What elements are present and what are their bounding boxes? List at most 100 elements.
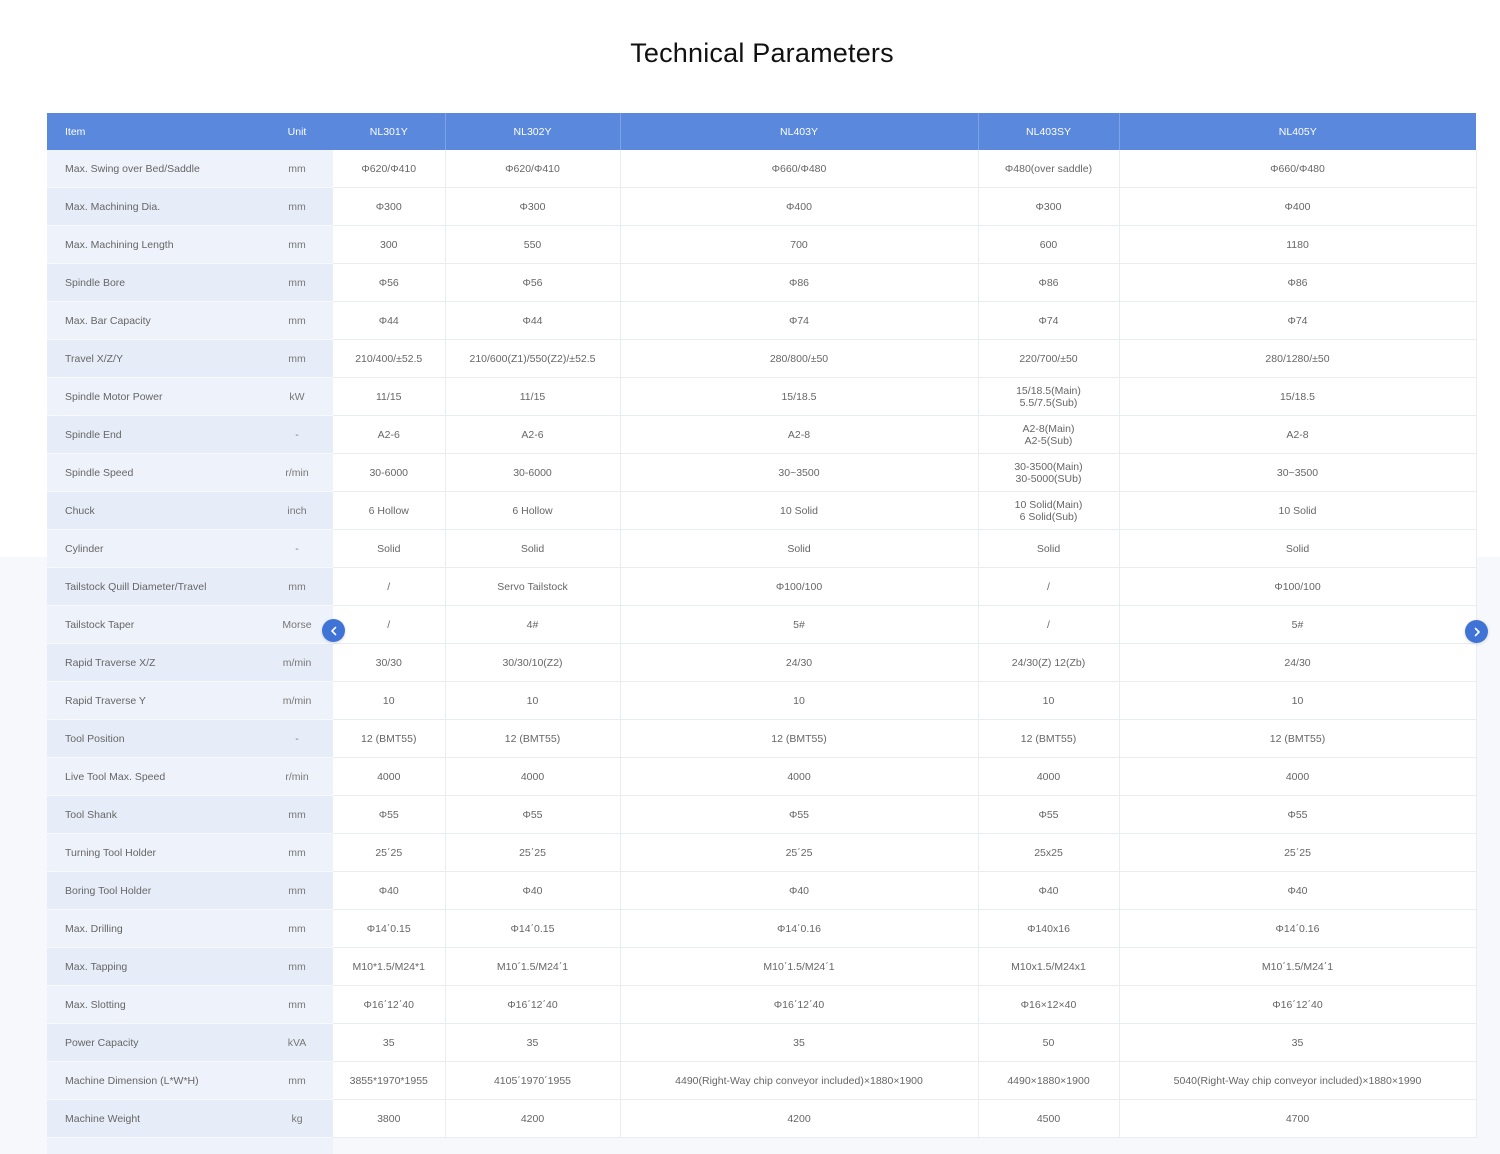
column-header-model: NL301Y xyxy=(333,113,446,150)
table-cell: 280/800/±50 xyxy=(620,339,979,378)
column-header-model: NL403SY xyxy=(978,113,1120,150)
table-cell: 600 xyxy=(978,225,1120,264)
table-cell: 6 Hollow xyxy=(333,491,446,530)
column-header-item: Item xyxy=(47,113,261,150)
table-cell: 15/18.5(Main) 5.5/7.5(Sub) xyxy=(978,377,1120,416)
row-unit: mm xyxy=(261,1061,333,1100)
table-cell: Φ44 xyxy=(445,301,621,340)
carousel-prev-button[interactable] xyxy=(322,619,345,642)
table-cell: Φ55 xyxy=(445,795,621,834)
table-row: Machine Weight kg 3800 4200 4200 4500 4700 xyxy=(47,1099,1477,1138)
table-cell: Φ660/Φ480 xyxy=(620,150,979,188)
row-unit: mm xyxy=(261,339,333,378)
table-cell: Solid xyxy=(1119,529,1477,568)
row-unit: mm xyxy=(261,833,333,872)
row-unit: - xyxy=(261,529,333,568)
table-row: Rapid Traverse Ym/min 10 10 10 10 10 xyxy=(47,681,1477,720)
row-item-label: Max. Slotting xyxy=(47,985,261,1024)
column-header-model: NL405Y xyxy=(1119,113,1476,150)
row-unit: kW xyxy=(261,377,333,416)
table-cell: Φ55 xyxy=(1119,795,1477,834)
table-cell: / xyxy=(978,605,1120,644)
table-cell: Φ16΄12΄40 xyxy=(1119,985,1477,1024)
table-cell: Φ55 xyxy=(620,795,979,834)
table-cell: 12 (BMT55) xyxy=(620,719,979,758)
row-unit: mm xyxy=(261,225,333,264)
row-unit: mm xyxy=(261,795,333,834)
table-header-row: Item Unit NL301Y NL302Y NL403Y NL403SY N… xyxy=(47,113,1476,150)
table-row: Tool Shank mm Φ55 Φ55 Φ55 Φ55 Φ55 xyxy=(47,795,1477,834)
row-item-label: Tool Position xyxy=(47,719,261,758)
table-cell: M10΄1.5/M24΄1 xyxy=(445,947,621,986)
table-row: Live Tool Max. Speed r/min 4000 4000 4000 400… xyxy=(47,757,1477,796)
table-row: Max. Bar Capacity mm Φ44 Φ44 Φ74 Φ74 Φ74 xyxy=(47,301,1477,340)
row-item-label: Max. Machining Length xyxy=(47,225,261,264)
page-title: Technical Parameters xyxy=(630,38,894,68)
table-cell: Φ14΄0.16 xyxy=(620,909,979,948)
row-unit: mm xyxy=(261,985,333,1024)
row-item-label: Machine Dimension (L*W*H) xyxy=(47,1061,261,1100)
table-cell: 220/700/±50 xyxy=(978,339,1120,378)
row-unit: - xyxy=(261,415,333,454)
table-cell: 10 xyxy=(620,681,979,720)
table-cell: 210/400/±52.5 xyxy=(333,339,446,378)
table-cell: Φ100/100 xyxy=(1119,567,1477,606)
table-cell: 24/30 xyxy=(1119,643,1477,682)
table-cell: 4000 xyxy=(1119,757,1477,796)
table-cell: Φ74 xyxy=(1119,301,1477,340)
table-cell: 4490(Right-Way chip conveyor included)×1… xyxy=(620,1061,979,1100)
table-cell: Φ16΄12΄40 xyxy=(445,985,621,1024)
table-row: Power Capacity kVA 35 35 35 50 35 xyxy=(47,1023,1477,1062)
table-row: Rapid Traverse X/Z m/min 30/30 30/30/10(Z2)… xyxy=(47,643,1477,682)
table-cell: A2-6 xyxy=(333,415,446,454)
table-cell: Φ14΄0.16 xyxy=(1119,909,1477,948)
row-item-label: Max. Bar Capacity xyxy=(47,301,261,340)
row-item-label: Spindle End xyxy=(47,415,261,454)
row-item-label: Tailstock Taper xyxy=(47,605,261,644)
table-row: Spindle Speed r/min 30-6000 30-6000 30~3500 3… xyxy=(47,453,1477,492)
table-cell: Solid xyxy=(333,529,446,568)
table-cell: Φ300 xyxy=(445,187,621,226)
table-cell: 550 xyxy=(445,225,621,264)
table-cell: Φ14΄0.15 xyxy=(333,909,446,948)
table-cell: 24/30(Z) 12(Zb) xyxy=(978,643,1120,682)
column-header-unit: Unit xyxy=(261,113,333,150)
row-item-label: Travel X/Z/Y xyxy=(47,339,261,378)
table-cell: Solid xyxy=(620,529,979,568)
table-cell: 15/18.5 xyxy=(620,377,979,416)
table-cell: 6 Hollow xyxy=(445,491,621,530)
table-cell: Solid xyxy=(445,529,621,568)
table-cell: 12 (BMT55) xyxy=(445,719,621,758)
table-cell: Φ74 xyxy=(978,301,1120,340)
table-cell: Φ16΄12΄40 xyxy=(620,985,979,1024)
table-cell: 30-6000 xyxy=(445,453,621,492)
table-cell: 5# xyxy=(620,605,979,644)
table-cell: Φ300 xyxy=(978,187,1120,226)
row-unit: m/min xyxy=(261,643,333,682)
table-cell: 30~3500 xyxy=(620,453,979,492)
row-item-label: Cylinder xyxy=(47,529,261,568)
table-row: Travel X/Z/Y mm 210/400/±52.5 210/600(Z1)/5… xyxy=(47,339,1477,378)
table-row: Boring Tool Holder mm Φ40 Φ40 Φ40 Φ40 Φ40 xyxy=(47,871,1477,910)
table-cell: Φ44 xyxy=(333,301,446,340)
carousel-next-button[interactable] xyxy=(1465,620,1488,643)
row-unit: mm xyxy=(261,263,333,302)
row-item-label: Rapid Traverse X/Z xyxy=(47,643,261,682)
table-cell: 3800 xyxy=(333,1099,446,1138)
table-cell: 4500 xyxy=(978,1099,1120,1138)
table-cell: 4# xyxy=(445,605,621,644)
table-row: Max. Tapping mm M10*1.5/M24*1 M10΄1.5/M24΄1… xyxy=(47,947,1477,986)
table-cell: A2-8 xyxy=(1119,415,1477,454)
row-item-label: Chuck xyxy=(47,491,261,530)
row-unit: inch xyxy=(261,491,333,530)
chevron-left-icon xyxy=(330,626,336,635)
table-cell: 4200 xyxy=(620,1099,979,1138)
table-cell: Φ55 xyxy=(333,795,446,834)
table-cell: A2-6 xyxy=(445,415,621,454)
row-unit: mm xyxy=(261,909,333,948)
table-cell: 50 xyxy=(978,1023,1120,1062)
row-unit: mm xyxy=(261,187,333,226)
table-cell: / xyxy=(978,567,1120,606)
table-row: Max. Machining Dia. mm Φ300 Φ300 Φ400 Φ300 Φ40… xyxy=(47,187,1477,226)
table-cell: Φ86 xyxy=(978,263,1120,302)
